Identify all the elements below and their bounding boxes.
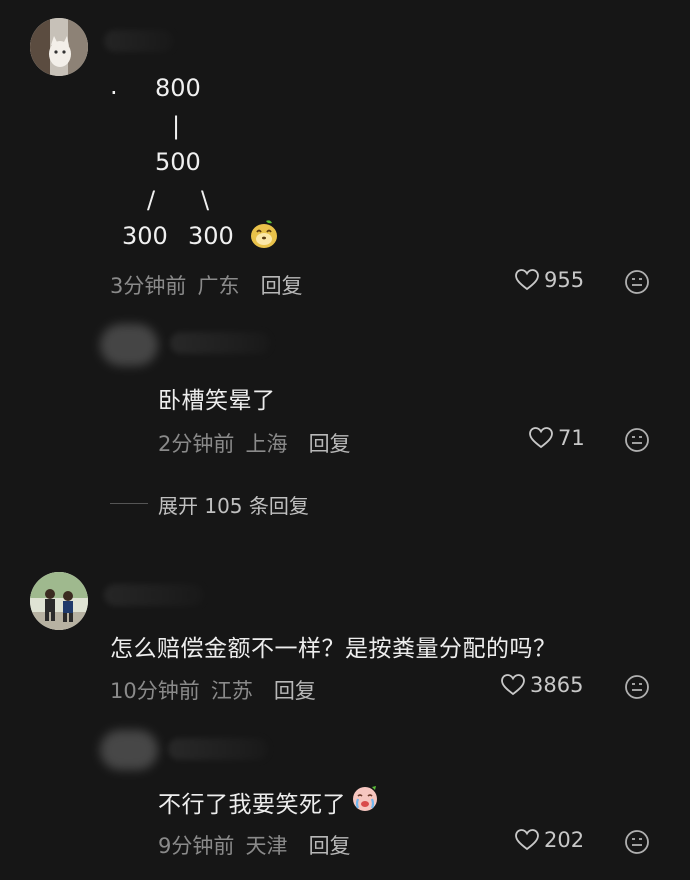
kids-running-avatar-icon [30, 572, 88, 630]
comment-text-label: 不行了我要笑死了 [158, 792, 346, 818]
tree-node-top: 800 [155, 74, 201, 102]
cat-avatar-icon [30, 18, 88, 76]
reply-button[interactable]: 回复 [309, 834, 351, 858]
like-button[interactable]: 3865 [500, 673, 583, 697]
tree-line-vertical: | [172, 112, 181, 140]
comment-location: 天津 [245, 834, 288, 858]
reply-avatar-blurred[interactable] [100, 730, 158, 770]
heart-icon [515, 829, 539, 851]
like-button[interactable]: 955 [514, 268, 584, 292]
comment-meta: 9分钟前 天津 回复 [158, 830, 351, 860]
comment-location: 上海 [245, 432, 288, 456]
comment-time: 9分钟前 [158, 834, 235, 858]
reply-button[interactable]: 回复 [261, 274, 303, 298]
username-blurred[interactable] [168, 738, 268, 760]
like-button[interactable]: 71 [528, 426, 585, 450]
heart-icon [515, 269, 539, 291]
avatar[interactable] [30, 572, 88, 630]
heart-icon [529, 427, 553, 449]
dislike-face-icon[interactable] [624, 829, 650, 855]
avatar[interactable] [30, 18, 88, 76]
comment-time: 3分钟前 [110, 274, 187, 298]
like-button[interactable]: 202 [514, 828, 584, 852]
like-count: 71 [558, 426, 585, 450]
tree-line-right: \ [201, 186, 210, 214]
crying-emoji-icon [350, 784, 380, 820]
tree-node-middle: 500 [155, 148, 201, 176]
dog-emoji-icon [248, 218, 280, 254]
comment-text: 卧槽笑晕了 [158, 388, 276, 414]
comment-dot: . [110, 72, 118, 100]
comment-text: 怎么赔偿金额不一样？是按粪量分配的吗？ [110, 636, 557, 662]
comment-text: 不行了我要笑死了 [158, 784, 380, 820]
comment-meta: 10分钟前 江苏 回复 [110, 675, 316, 705]
reply-button[interactable]: 回复 [274, 679, 316, 703]
username-blurred[interactable] [104, 30, 174, 52]
comment-location: 广东 [197, 274, 240, 298]
expand-divider [110, 503, 148, 504]
like-count: 955 [544, 268, 585, 292]
comment-time: 10分钟前 [110, 679, 200, 703]
tree-line-left: / [147, 186, 156, 214]
tree-node-right: 300 [188, 222, 234, 250]
comment-meta: 3分钟前 广东 回复 [110, 270, 303, 300]
comment-location: 江苏 [210, 679, 253, 703]
expand-replies-button[interactable]: 展开 105 条回复 [158, 490, 309, 519]
dislike-face-icon[interactable] [624, 427, 650, 453]
dislike-face-icon[interactable] [624, 269, 650, 295]
like-count: 202 [544, 828, 585, 852]
username-blurred[interactable] [104, 584, 204, 606]
like-count: 3865 [530, 673, 584, 697]
dislike-face-icon[interactable] [624, 674, 650, 700]
reply-avatar-blurred[interactable] [100, 324, 158, 366]
comment-meta: 2分钟前 上海 回复 [158, 428, 351, 458]
comment-time: 2分钟前 [158, 432, 235, 456]
username-blurred[interactable] [170, 332, 270, 354]
reply-button[interactable]: 回复 [309, 432, 351, 456]
tree-node-left: 300 [122, 222, 168, 250]
heart-icon [501, 674, 525, 696]
